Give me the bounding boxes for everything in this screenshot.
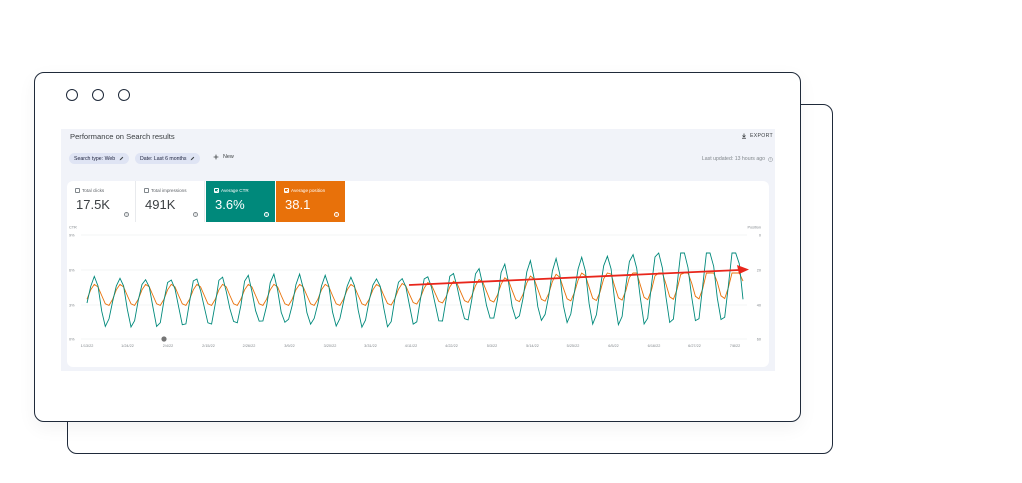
export-button[interactable]: EXPORT — [741, 133, 773, 139]
right-tick-label: 40 — [757, 303, 761, 307]
left-tick-label: 9% — [69, 233, 75, 237]
checkbox-icon[interactable] — [144, 188, 149, 193]
x-tick-label: 6/16/22 — [648, 344, 661, 348]
search-console-app: Performance on Search results EXPORT Sea… — [61, 129, 775, 371]
metric-total-clicks[interactable]: Total clicks 17.5K ? — [67, 181, 136, 222]
x-tick-label: 1/24/22 — [121, 344, 134, 348]
date-range-label: Date: Last 6 months — [140, 155, 187, 162]
new-filter-label: New — [223, 154, 234, 160]
last-updated-text: Last updated: 13 hours ago — [701, 156, 765, 162]
left-tick-label: 6% — [69, 268, 75, 272]
edit-pencil-icon — [191, 156, 195, 161]
checkbox-checked-icon[interactable] — [214, 188, 219, 193]
metric-label: Average CTR — [221, 188, 249, 193]
series-line-average-ctr — [86, 252, 744, 329]
x-tick-label: 5/14/22 — [526, 344, 539, 348]
x-tick-label: 6/5/22 — [608, 344, 619, 348]
window-dot-icon[interactable] — [118, 89, 130, 101]
metric-average-ctr[interactable]: Average CTR 3.6% ? — [206, 181, 275, 222]
metric-value: 3.6% — [215, 197, 245, 212]
annotation-marker — [161, 336, 167, 342]
x-tick-label: 3/9/22 — [284, 344, 295, 348]
x-tick-label: 3/20/22 — [324, 344, 337, 348]
help-icon[interactable]: ? — [193, 212, 198, 217]
svg-text:?: ? — [770, 157, 772, 161]
help-icon[interactable]: ? — [124, 212, 129, 217]
metric-label: Total impressions — [151, 188, 187, 193]
help-icon[interactable]: ? — [264, 212, 269, 217]
browser-window: Performance on Search results EXPORT Sea… — [34, 72, 801, 422]
last-updated: Last updated: 13 hours ago ? — [702, 156, 773, 162]
right-axis-title: Position — [747, 226, 761, 230]
performance-card: Total clicks 17.5K ? Total impressions 4… — [67, 181, 769, 367]
filter-bar: Search type: Web Date: Last 6 months New… — [61, 153, 775, 167]
left-tick-label: 0% — [69, 337, 75, 341]
page-title: Performance on Search results — [70, 132, 175, 141]
search-type-chip[interactable]: Search type: Web — [69, 153, 130, 164]
x-tick-label: 4/22/22 — [445, 344, 458, 348]
right-tick-label: 20 — [757, 268, 761, 272]
left-axis-title: CTR — [69, 226, 77, 230]
search-type-label: Search type: Web — [74, 155, 116, 162]
x-tick-label: 6/27/22 — [688, 344, 701, 348]
metric-label: Average position — [291, 188, 326, 193]
help-icon[interactable]: ? — [334, 212, 339, 217]
metric-total-impressions[interactable]: Total impressions 491K ? — [136, 181, 205, 222]
x-tick-label: 2/26/22 — [243, 344, 256, 348]
window-dot-icon[interactable] — [92, 89, 104, 101]
checkbox-icon[interactable] — [75, 188, 80, 193]
export-label: EXPORT — [749, 133, 773, 139]
x-tick-label: 7/8/22 — [730, 344, 741, 348]
right-tick-label: 60 — [757, 337, 761, 341]
window-controls — [66, 89, 130, 101]
x-tick-label: 1/13/22 — [81, 344, 94, 348]
x-tick-label: 2/4/22 — [163, 344, 174, 348]
x-tick-label: 4/11/22 — [405, 344, 417, 348]
download-icon — [741, 133, 746, 139]
metric-label: Total clicks — [82, 188, 105, 193]
checkbox-checked-icon[interactable] — [284, 188, 289, 193]
date-range-chip[interactable]: Date: Last 6 months — [135, 153, 201, 164]
x-tick-label: 5/25/22 — [567, 344, 580, 348]
plus-icon — [213, 154, 219, 160]
performance-chart: CTR Position 9% 6% 3% 0% 0 20 40 60 1/13/22 1/24/22… — [67, 225, 769, 367]
trend-arrow-head — [737, 265, 749, 274]
left-tick-label: 3% — [69, 303, 75, 307]
metric-value: 491K — [145, 197, 176, 212]
help-icon[interactable]: ? — [768, 156, 773, 162]
title-row: Performance on Search results EXPORT — [61, 129, 775, 145]
window-dot-icon[interactable] — [66, 89, 78, 101]
x-tick-label: 2/15/22 — [202, 344, 215, 348]
x-tick-label: 3/31/22 — [364, 344, 377, 348]
metric-value: 38.1 — [285, 197, 311, 212]
x-tick-label: 5/3/22 — [487, 344, 498, 348]
new-filter-button[interactable]: New — [213, 154, 234, 160]
metric-value: 17.5K — [76, 197, 110, 212]
series-line-average-position — [86, 272, 744, 306]
right-tick-label: 0 — [759, 233, 761, 237]
chart-svg: CTR Position 9% 6% 3% 0% 0 20 40 60 1/13/22 1/24/22… — [69, 226, 761, 349]
metric-average-position[interactable]: Average position 38.1 ? — [276, 181, 345, 222]
edit-pencil-icon — [119, 156, 124, 161]
